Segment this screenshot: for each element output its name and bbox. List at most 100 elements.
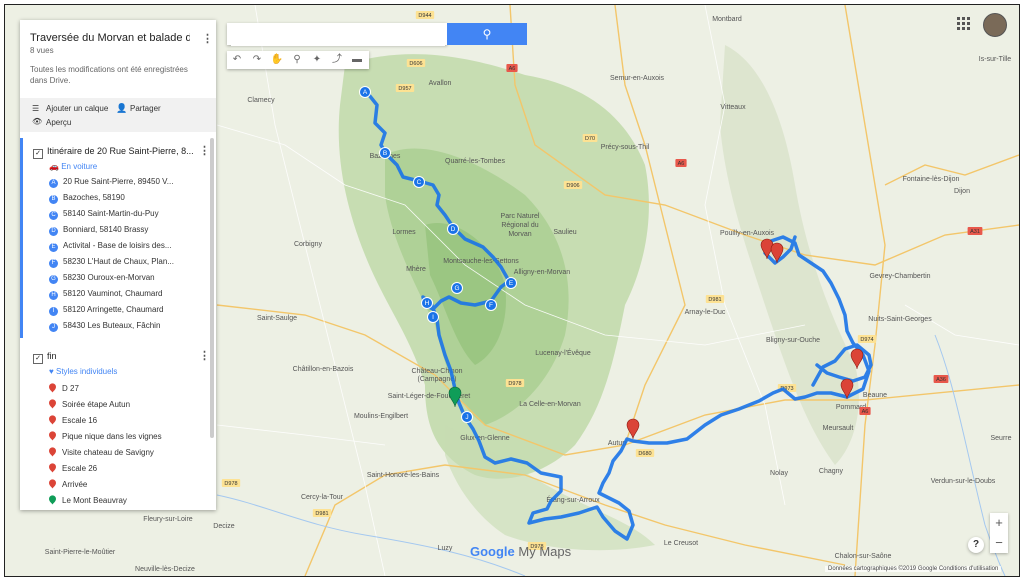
- search-input[interactable]: [231, 24, 445, 46]
- user-avatar[interactable]: [983, 13, 1007, 37]
- draw-line-icon[interactable]: ✦: [307, 51, 327, 69]
- town-label: Beaune: [863, 392, 887, 399]
- route-stop-j[interactable]: J 58430 Les Buteaux, Fâchin: [49, 321, 160, 335]
- stop-letter-badge: C: [49, 211, 58, 220]
- route-stop-e[interactable]: E Activital - Base de loisirs des...: [49, 241, 171, 255]
- apps-grid-icon[interactable]: [957, 17, 971, 31]
- layer-fin-options-icon[interactable]: ⋮: [199, 349, 210, 362]
- route-marker-j[interactable]: J: [461, 411, 473, 423]
- route-stop-i[interactable]: I 58120 Arringette, Chaumard: [49, 305, 164, 319]
- road-shield: A36: [933, 375, 949, 383]
- stop-letter-badge: I: [49, 307, 58, 316]
- place-pin-icon: [49, 479, 56, 489]
- town-label: Corbigny: [294, 241, 323, 248]
- route-stop-h[interactable]: H 58120 Vauminot, Chaumard: [49, 289, 162, 303]
- share-button[interactable]: Partager: [130, 104, 161, 113]
- place-item[interactable]: Escale 16: [49, 415, 97, 429]
- town-label: Régional du: [501, 222, 538, 229]
- route-marker-a[interactable]: A: [359, 86, 371, 98]
- preview-button[interactable]: Aperçu: [46, 118, 71, 127]
- route-stop-d[interactable]: D Bonniard, 58140 Brassy: [49, 225, 148, 239]
- panel-scrollbar[interactable]: [210, 138, 214, 438]
- road-shield: A31: [967, 227, 983, 235]
- route-marker-f[interactable]: F: [485, 299, 497, 311]
- help-button[interactable]: ?: [968, 537, 984, 553]
- map-title[interactable]: Traversée du Morvan et balade d...: [30, 32, 190, 44]
- place-item[interactable]: Arrivée: [49, 479, 87, 493]
- stop-label: Activital - Base de loisirs des...: [63, 241, 172, 250]
- hand-icon[interactable]: ✋: [267, 51, 287, 69]
- svg-text:A6: A6: [862, 409, 869, 415]
- road-shield: D978: [221, 479, 241, 487]
- road-shield: A6: [506, 64, 518, 72]
- map-options-icon[interactable]: ⋮: [202, 32, 213, 45]
- route-marker-d[interactable]: D: [447, 223, 459, 235]
- route-marker-c[interactable]: C: [413, 176, 425, 188]
- stop-label: Bonniard, 58140 Brassy: [63, 225, 149, 234]
- svg-text:C: C: [417, 179, 422, 186]
- svg-text:A31: A31: [970, 229, 980, 235]
- route-marker-b[interactable]: B: [379, 147, 391, 159]
- logo-mymaps: My Maps: [518, 544, 572, 559]
- map-attribution[interactable]: Données cartographiques ©2019 Google Con…: [825, 566, 1002, 572]
- town-label: Cercy-la-Tour: [301, 494, 344, 501]
- place-item[interactable]: Visite chateau de Savigny: [49, 447, 154, 461]
- layer-style[interactable]: ♥ Styles individuels: [49, 367, 117, 376]
- route-marker-h[interactable]: H: [421, 297, 433, 309]
- travel-mode[interactable]: 🚗 En voiture: [49, 162, 97, 171]
- undo-icon[interactable]: ↶: [227, 51, 247, 69]
- road-shield: D978: [505, 379, 525, 387]
- layer-fin-checkbox[interactable]: ✓: [33, 354, 43, 364]
- route-stop-c[interactable]: C 58140 Saint-Martin-du-Puy: [49, 209, 159, 223]
- town-label: Decize: [213, 523, 235, 530]
- route-stop-a[interactable]: A 20 Rue Saint-Pierre, 89450 V...: [49, 177, 173, 191]
- stop-label: 20 Rue Saint-Pierre, 89450 V...: [63, 177, 174, 186]
- layer-fin-header[interactable]: ✓ fin: [33, 351, 57, 364]
- place-item[interactable]: Escale 26: [49, 463, 97, 477]
- help-label: ?: [972, 539, 980, 550]
- place-item[interactable]: D 27: [49, 383, 79, 397]
- search-box[interactable]: [227, 23, 447, 46]
- travel-mode-label: En voiture: [61, 162, 98, 171]
- town-label: Saulieu: [553, 229, 576, 236]
- place-pin-icon: [49, 383, 56, 393]
- add-layer-icon[interactable]: ☰: [32, 104, 39, 113]
- town-label: Lormes: [392, 229, 416, 236]
- town-label: Parc Naturel: [501, 213, 540, 220]
- zoom-out-button[interactable]: −: [990, 533, 1008, 553]
- layer-options-icon[interactable]: ⋮: [199, 144, 210, 157]
- directions-icon[interactable]: ⤴: [327, 51, 347, 69]
- town-label: Vitteaux: [720, 104, 746, 111]
- layer-itinerary-header[interactable]: ✓ Itinéraire de 20 Rue Saint-Pierre, 8...: [33, 146, 194, 159]
- share-icon[interactable]: 👤: [116, 103, 127, 114]
- zoom-in-button[interactable]: +: [990, 513, 1008, 533]
- place-item[interactable]: Le Mont Beauvray: [49, 495, 127, 509]
- place-item[interactable]: Pique nique dans les vignes: [49, 431, 162, 445]
- route-stop-f[interactable]: F 58230 L'Haut de Chaux, Plan...: [49, 257, 174, 271]
- place-item-label: Escale 26: [62, 464, 98, 473]
- road-shield: D944: [415, 11, 435, 19]
- stop-letter-badge: G: [49, 275, 58, 284]
- place-pin-icon: [49, 415, 56, 425]
- route-stop-g[interactable]: G 58230 Ouroux-en-Morvan: [49, 273, 155, 287]
- preview-icon[interactable]: 👁: [32, 117, 42, 126]
- ruler-icon[interactable]: ▬: [347, 51, 367, 69]
- place-pin-icon: [49, 495, 56, 505]
- add-layer-button[interactable]: Ajouter un calque: [46, 104, 108, 113]
- route-stop-b[interactable]: B Bazoches, 58190: [49, 193, 125, 207]
- marker-icon[interactable]: ⚲: [287, 51, 307, 69]
- town-label: Semur-en-Auxois: [610, 75, 665, 82]
- route-marker-g[interactable]: G: [451, 282, 463, 294]
- layer-visibility-checkbox[interactable]: ✓: [33, 149, 43, 159]
- town-label: Is-sur-Tille: [979, 56, 1012, 63]
- town-label: Alligny-en-Morvan: [514, 269, 571, 276]
- town-label: Le Creusot: [664, 540, 698, 547]
- route-marker-e[interactable]: E: [505, 277, 517, 289]
- town-label: Neuville-lès-Decize: [135, 566, 195, 573]
- redo-icon[interactable]: ↷: [247, 51, 267, 69]
- place-item[interactable]: Soirée étape Autun: [49, 399, 130, 413]
- route-marker-i[interactable]: I: [427, 311, 439, 323]
- search-button[interactable]: ⚲: [447, 23, 527, 45]
- svg-text:G: G: [454, 285, 459, 292]
- town-label: Arnay-le-Duc: [685, 309, 726, 316]
